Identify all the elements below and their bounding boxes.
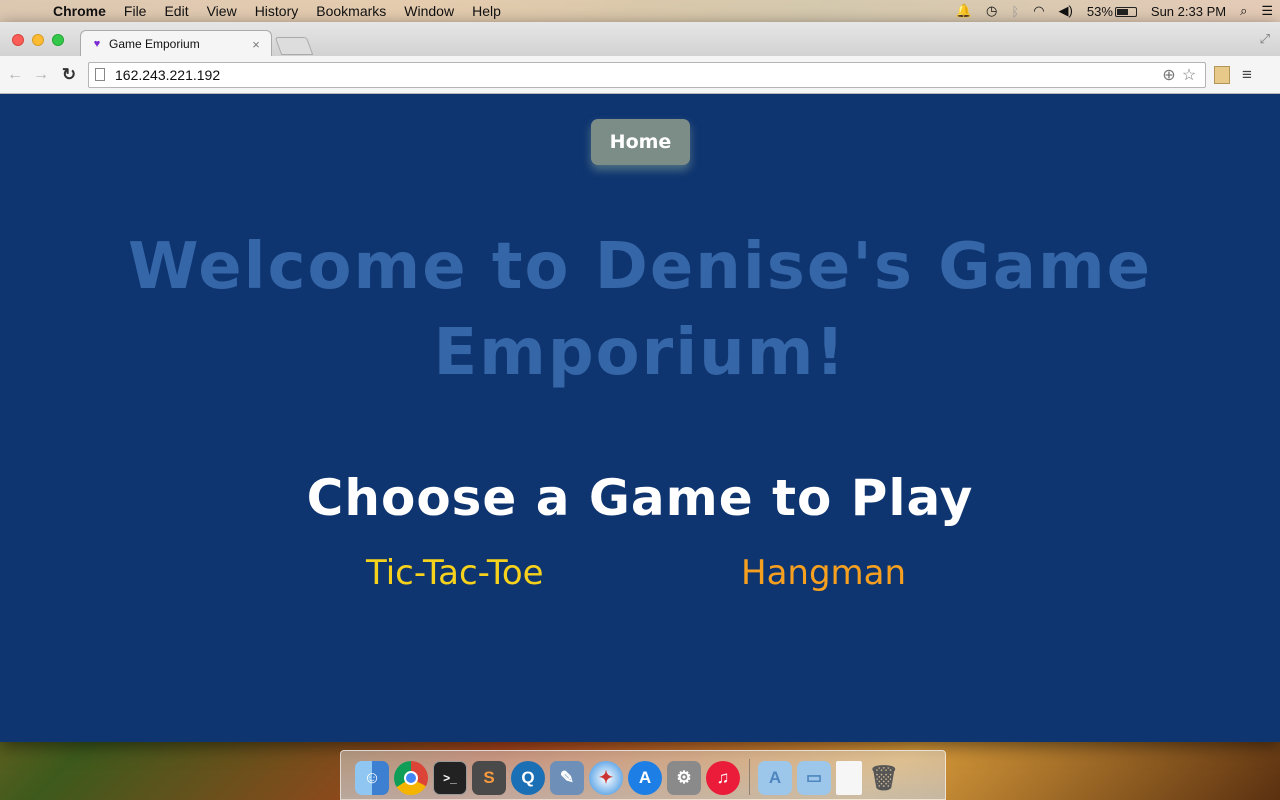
trash-icon[interactable]: 🗑 [867, 761, 901, 795]
battery-status[interactable]: 53% [1080, 4, 1144, 19]
menu-edit[interactable]: Edit [155, 0, 197, 22]
clock[interactable]: Sun 2:33 PM [1144, 4, 1233, 19]
status-area: 🔔 ◷ ᛒ ◠ ◀) 53% Sun 2:33 PM ⌕ ☰ [949, 0, 1280, 22]
dock: ☺ >_ S Q ✎ ✦ A ⚙ ♫ A ▭ 🗑 [340, 750, 946, 800]
reload-button[interactable]: ↻ [56, 65, 82, 85]
menu-bar: Chrome File Edit View History Bookmarks … [0, 0, 1280, 22]
window-zoom-button[interactable] [52, 34, 64, 46]
menu-app-name[interactable]: Chrome [44, 0, 115, 22]
tic-tac-toe-link[interactable]: Tic-Tac-Toe [366, 551, 544, 595]
page-icon [95, 68, 105, 81]
browser-toolbar: ← → ↻ 162.243.221.192 ⊕ ☆ ≡ [0, 56, 1280, 94]
notification-center-icon[interactable]: ☰ [1254, 3, 1280, 19]
battery-icon [1114, 7, 1137, 18]
zoom-icon[interactable]: ⊕ [1159, 65, 1179, 85]
spotlight-icon[interactable]: ⌕ [1233, 3, 1254, 19]
chrome-menu-icon[interactable]: ≡ [1242, 65, 1252, 85]
window-minimize-button[interactable] [32, 34, 44, 46]
wifi-icon[interactable]: ◠ [1026, 3, 1051, 19]
finder-icon[interactable]: ☺ [355, 761, 389, 795]
applications-folder-icon[interactable]: A [758, 761, 792, 795]
hangman-link[interactable]: Hangman [741, 551, 906, 595]
window-close-button[interactable] [12, 34, 24, 46]
time-machine-icon[interactable]: ◷ [979, 3, 1004, 19]
new-tab-button[interactable] [274, 37, 314, 55]
address-bar[interactable]: 162.243.221.192 ⊕ ☆ [88, 61, 1206, 88]
favicon-icon: ♥ [93, 38, 101, 50]
quicktime-icon[interactable]: Q [511, 761, 545, 795]
tab-title: Game Emporium [109, 37, 200, 51]
bookmark-star-icon[interactable]: ☆ [1179, 65, 1199, 85]
tab-game-emporium[interactable]: ♥ Game Emporium × [80, 30, 272, 57]
app-store-icon[interactable]: A [628, 761, 662, 795]
menu-window[interactable]: Window [395, 0, 463, 22]
menu-help[interactable]: Help [463, 0, 510, 22]
itunes-icon[interactable]: ♫ [706, 761, 740, 795]
page-content: Home Welcome to Denise's Game Emporium! … [0, 94, 1280, 742]
system-preferences-icon[interactable]: ⚙ [667, 761, 701, 795]
home-button[interactable]: Home [591, 119, 690, 165]
preview-icon[interactable]: ✎ [550, 761, 584, 795]
notification-icon[interactable]: 🔔 [949, 3, 979, 19]
dock-separator [749, 759, 750, 795]
menu-history[interactable]: History [246, 0, 308, 22]
fullscreen-icon[interactable]: ⤢ [1260, 31, 1270, 47]
browser-window: ♥ Game Emporium × ⤢ ← → ↻ 162.243.221.19… [0, 22, 1280, 742]
battery-percent: 53% [1086, 3, 1113, 19]
tab-close-icon[interactable]: × [249, 37, 263, 52]
chrome-icon[interactable] [394, 761, 428, 795]
file-icon[interactable] [836, 761, 862, 795]
choose-game-heading: Choose a Game to Play [306, 469, 974, 527]
sublime-text-icon[interactable]: S [472, 761, 506, 795]
extension-icon[interactable] [1214, 65, 1230, 84]
tab-strip: ♥ Game Emporium × ⤢ [0, 22, 1280, 57]
back-button[interactable]: ← [4, 66, 26, 84]
terminal-icon[interactable]: >_ [433, 761, 467, 795]
menu-view[interactable]: View [198, 0, 246, 22]
volume-icon[interactable]: ◀) [1052, 3, 1080, 19]
bluetooth-icon[interactable]: ᛒ [1004, 4, 1026, 19]
menu-file[interactable]: File [115, 0, 156, 22]
welcome-heading: Welcome to Denise's Game Emporium! [127, 230, 1153, 390]
forward-button[interactable]: → [30, 66, 52, 84]
url-text[interactable]: 162.243.221.192 [115, 67, 1159, 83]
menu-bookmarks[interactable]: Bookmarks [307, 0, 395, 22]
safari-icon[interactable]: ✦ [589, 761, 623, 795]
documents-folder-icon[interactable]: ▭ [797, 761, 831, 795]
